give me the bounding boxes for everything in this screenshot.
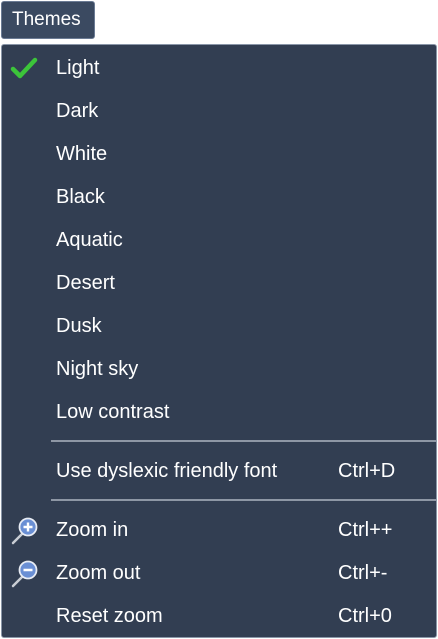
menu-item-light[interactable]: Light [2,47,436,90]
menu-item-reset-zoom[interactable]: Reset zoom Ctrl+0 [2,595,436,637]
menu-item-label: Aquatic [56,229,123,251]
zoom-out-icon [10,559,38,588]
menu-item-white[interactable]: White [2,133,436,176]
menu-item-label: Zoom out [56,562,141,584]
menu-item-label: Use dyslexic friendly font [56,460,278,482]
menu-item-label: Low contrast [56,401,170,423]
menu-item-label: Dusk [56,315,102,337]
menu-item-shortcut: Ctrl++ [338,519,393,541]
menu-separator [51,440,436,442]
menu-item-label: Desert [56,272,115,294]
menu-item-zoom-in[interactable]: Zoom in Ctrl++ [2,509,436,552]
menu-item-label: Black [56,186,105,208]
menu-item-label: Night sky [56,358,139,380]
menu-separator [51,499,436,501]
menu-item-shortcut: Ctrl+- [338,562,388,584]
menu-item-dark[interactable]: Dark [2,90,436,133]
menu-item-label: Reset zoom [56,605,163,627]
menu-item-shortcut: Ctrl+D [338,460,396,482]
menu-item-label: Dark [56,100,99,122]
menu-item-shortcut: Ctrl+0 [338,605,392,627]
menu-item-night-sky[interactable]: Night sky [2,348,436,391]
menu-item-label: White [56,143,108,165]
menu-item-label: Light [56,57,100,79]
themes-menu-button[interactable]: Themes [1,1,95,39]
menu-item-label: Zoom in [56,519,129,541]
themes-dropdown-menu: Light Dark White Black Aquatic Desert Du… [1,44,437,638]
menu-item-aquatic[interactable]: Aquatic [2,219,436,262]
menu-item-black[interactable]: Black [2,176,436,219]
zoom-in-icon [10,516,38,545]
menu-item-dusk[interactable]: Dusk [2,305,436,348]
checkmark-icon [10,56,38,82]
menu-item-desert[interactable]: Desert [2,262,436,305]
menu-item-zoom-out[interactable]: Zoom out Ctrl+- [2,552,436,595]
themes-menu-button-label: Themes [12,9,81,30]
menu-item-dyslexic-font[interactable]: Use dyslexic friendly font Ctrl+D [2,450,436,493]
menu-item-low-contrast[interactable]: Low contrast [2,391,436,434]
